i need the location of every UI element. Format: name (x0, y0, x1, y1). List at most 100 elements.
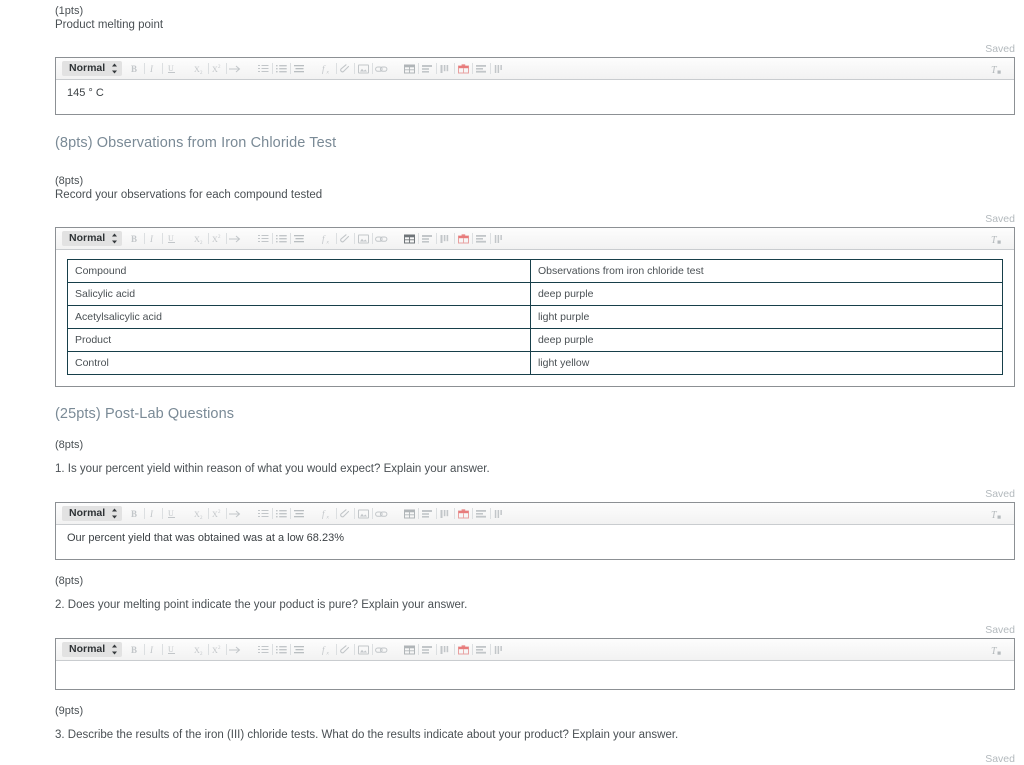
bold-icon[interactable]: B (129, 642, 142, 658)
formula-icon[interactable]: fx (321, 61, 334, 77)
rich-text-editor-q1[interactable]: Normal B I U X2 X2 f x T Our percent yie… (55, 502, 1015, 560)
bold-icon[interactable]: B (129, 506, 142, 522)
insert-row-icon[interactable] (421, 506, 434, 522)
table-cell[interactable]: Product (67, 328, 531, 352)
merge-cells-icon[interactable] (475, 61, 488, 77)
subscript-icon[interactable]: X2 (193, 231, 206, 247)
indent-arrow-icon[interactable] (229, 231, 242, 247)
underline-icon[interactable]: U (165, 61, 178, 77)
delete-table-icon[interactable] (457, 231, 470, 247)
align-icon[interactable] (293, 61, 306, 77)
italic-icon[interactable]: I (147, 231, 160, 247)
rich-text-editor-table[interactable]: Normal B I U X2 X2 f x T Compound Observ… (55, 227, 1015, 387)
editor-content[interactable] (56, 661, 1014, 689)
superscript-icon[interactable]: X2 (211, 506, 224, 522)
italic-icon[interactable]: I (147, 506, 160, 522)
clear-formatting-icon[interactable]: T (991, 61, 1004, 77)
insert-table-icon[interactable] (403, 506, 416, 522)
align-icon[interactable] (293, 231, 306, 247)
link-icon[interactable] (375, 642, 388, 658)
clear-formatting-icon[interactable]: T (991, 231, 1004, 247)
table-cell[interactable]: deep purple (529, 328, 1004, 352)
text-style-select[interactable]: Normal (62, 506, 123, 521)
numbered-list-icon[interactable] (257, 506, 270, 522)
align-icon[interactable] (293, 506, 306, 522)
rich-text-editor[interactable]: Normal B I U X2 X 2 f x T 145 ° C (55, 57, 1015, 115)
clear-formatting-icon[interactable]: T (991, 506, 1004, 522)
subscript-icon[interactable]: X2 (193, 642, 206, 658)
bullet-list-icon[interactable] (275, 231, 288, 247)
insert-column-icon[interactable] (439, 231, 452, 247)
table-cell[interactable]: light purple (529, 305, 1004, 329)
editor-content[interactable]: Our percent yield that was obtained was … (56, 525, 1014, 559)
italic-icon[interactable]: I (147, 61, 160, 77)
editor-content-table[interactable]: Compound Observations from iron chloride… (56, 250, 1014, 386)
underline-icon[interactable]: U (165, 231, 178, 247)
subscript-icon[interactable]: X2 (193, 61, 206, 77)
formula-icon[interactable]: fx (321, 506, 334, 522)
insert-column-icon[interactable] (439, 642, 452, 658)
table-cell[interactable]: Control (67, 351, 531, 375)
table-cell[interactable]: Acetylsalicylic acid (67, 305, 531, 329)
insert-row-icon[interactable] (421, 61, 434, 77)
align-icon[interactable] (293, 642, 306, 658)
merge-cells-icon[interactable] (475, 506, 488, 522)
link-icon[interactable] (375, 506, 388, 522)
bold-icon[interactable]: B (129, 61, 142, 77)
editor-content[interactable]: 145 ° C (56, 80, 1014, 114)
insert-column-icon[interactable] (439, 506, 452, 522)
table-properties-icon[interactable] (493, 506, 506, 522)
merge-cells-icon[interactable] (475, 642, 488, 658)
superscript-icon[interactable]: X2 (211, 642, 224, 658)
delete-table-icon[interactable] (457, 61, 470, 77)
numbered-list-icon[interactable] (257, 61, 270, 77)
superscript-icon[interactable]: X2 (211, 61, 224, 77)
attachment-icon[interactable] (339, 642, 352, 658)
table-properties-icon[interactable] (493, 61, 506, 77)
table-cell[interactable]: Compound (67, 259, 531, 283)
table-cell[interactable]: light yellow (529, 351, 1004, 375)
insert-table-icon[interactable] (403, 642, 416, 658)
image-icon[interactable] (357, 642, 370, 658)
bullet-list-icon[interactable] (275, 61, 288, 77)
insert-column-icon[interactable] (439, 61, 452, 77)
attachment-icon[interactable] (339, 61, 352, 77)
image-icon[interactable] (357, 231, 370, 247)
table-cell[interactable]: deep purple (529, 282, 1004, 306)
indent-arrow-icon[interactable] (229, 642, 242, 658)
bullet-list-icon[interactable] (275, 642, 288, 658)
text-style-select[interactable]: Normal (62, 61, 123, 76)
rich-text-editor-q2[interactable]: Normal B I U X2 X2 f x T (55, 638, 1015, 690)
text-style-select[interactable]: Normal (62, 642, 123, 657)
indent-arrow-icon[interactable] (229, 61, 242, 77)
delete-table-icon[interactable] (457, 506, 470, 522)
insert-row-icon[interactable] (421, 642, 434, 658)
bullet-list-icon[interactable] (275, 506, 288, 522)
table-cell[interactable]: Observations from iron chloride test (529, 259, 1004, 283)
italic-icon[interactable]: I (147, 642, 160, 658)
numbered-list-icon[interactable] (257, 231, 270, 247)
subscript-icon[interactable]: X2 (193, 506, 206, 522)
attachment-icon[interactable] (339, 231, 352, 247)
table-properties-icon[interactable] (493, 642, 506, 658)
clear-formatting-icon[interactable]: T (991, 642, 1004, 658)
superscript-icon[interactable]: X2 (211, 231, 224, 247)
indent-arrow-icon[interactable] (229, 506, 242, 522)
table-properties-icon[interactable] (493, 231, 506, 247)
insert-row-icon[interactable] (421, 231, 434, 247)
insert-table-icon[interactable] (403, 61, 416, 77)
formula-icon[interactable]: fx (321, 231, 334, 247)
delete-table-icon[interactable] (457, 642, 470, 658)
table-cell[interactable]: Salicylic acid (67, 282, 531, 306)
numbered-list-icon[interactable] (257, 642, 270, 658)
formula-icon[interactable]: fx (321, 642, 334, 658)
image-icon[interactable] (357, 506, 370, 522)
underline-icon[interactable]: U (165, 506, 178, 522)
image-icon[interactable] (357, 61, 370, 77)
link-icon[interactable] (375, 231, 388, 247)
text-style-select[interactable]: Normal (62, 231, 123, 246)
underline-icon[interactable]: U (165, 642, 178, 658)
insert-table-icon[interactable] (403, 231, 416, 247)
merge-cells-icon[interactable] (475, 231, 488, 247)
attachment-icon[interactable] (339, 506, 352, 522)
